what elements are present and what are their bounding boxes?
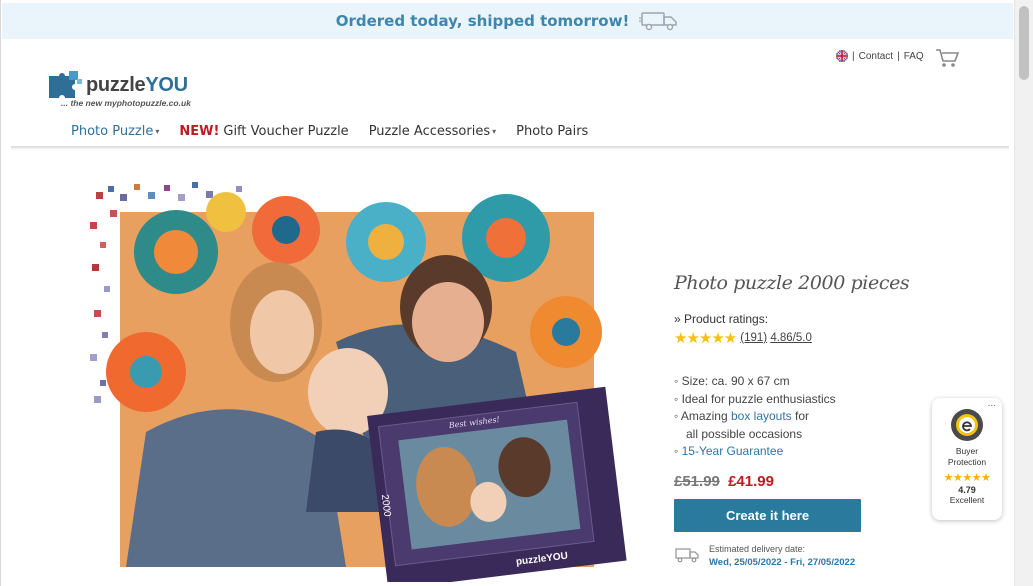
nav-photo-puzzle[interactable]: Photo Puzzle ▾	[71, 124, 159, 139]
shipping-banner-text: Ordered today, shipped tomorrow!	[335, 12, 630, 30]
nav-item-label: Photo Puzzle	[71, 124, 154, 139]
sale-price: £41.99	[728, 472, 774, 490]
shipping-banner: Ordered today, shipped tomorrow!	[2, 3, 1013, 39]
chevron-down-icon: ▾	[492, 127, 497, 136]
trust-rating-word: Excellent	[949, 495, 985, 505]
nav-photo-pairs[interactable]: Photo Pairs	[516, 124, 588, 139]
guarantee-link[interactable]: 15-Year Guarantee	[682, 444, 784, 458]
browser-viewport: Ordered today, shipped tomorrow! puzzleY…	[0, 0, 1014, 586]
faq-link[interactable]: FAQ	[904, 51, 924, 62]
rating-value-link[interactable]: 4.86/5.0	[770, 332, 812, 344]
delivery-truck-icon	[675, 547, 699, 562]
nav-item-label: Puzzle Accessories	[368, 124, 491, 139]
new-badge: NEW!	[179, 124, 220, 139]
top-links: | Contact | FAQ	[836, 50, 924, 62]
feature-item: ◦ 15-Year Guarantee	[674, 444, 784, 458]
box-layouts-link[interactable]: box layouts	[731, 409, 792, 423]
price-row: £51.99 £41.99	[674, 473, 934, 490]
trust-score: 4.79	[958, 485, 976, 495]
feature-item: ◦ Size: ca. 90 x 67 cm	[674, 374, 790, 388]
scrollbar-thumb[interactable]	[1019, 6, 1029, 80]
create-it-here-button[interactable]: Create it here	[674, 498, 861, 532]
delivery-label: Estimated delivery date:	[709, 543, 806, 554]
nav-item-label: Photo Pairs	[516, 124, 589, 139]
puzzle-piece-logo-icon	[49, 71, 82, 98]
feature-item: ◦ Amazing box layouts for	[674, 409, 810, 423]
product-hero-image: Best wishes! puzzleYOU 2000	[90, 182, 627, 582]
delivery-date: Wed, 25/05/2022 - Fri, 27/05/2022	[709, 556, 856, 568]
nav-puzzle-accessories[interactable]: Puzzle Accessories ▾	[369, 124, 496, 139]
link-separator: |	[852, 50, 855, 62]
feature-item: ◦ Ideal for puzzle enthusiastics	[674, 391, 836, 406]
old-price: £51.99	[674, 472, 720, 490]
uk-flag-icon[interactable]	[836, 50, 848, 62]
nav-divider	[11, 146, 1009, 150]
nav-item-label: Gift Voucher Puzzle	[223, 124, 349, 139]
product-info: Photo puzzle 2000 pieces » Product ratin…	[674, 272, 934, 568]
site-logo[interactable]: puzzleYOU ... the new myphotopuzzle.co.u…	[47, 70, 191, 108]
more-options-icon[interactable]: ...	[988, 398, 996, 409]
logo-tagline: ... the new myphotopuzzle.co.uk	[61, 98, 191, 108]
puzzle-box-image: Best wishes! puzzleYOU 2000	[367, 386, 627, 582]
product-title: Photo puzzle 2000 pieces	[674, 272, 910, 294]
buyer-protection-label: Buyer Protection	[947, 446, 987, 467]
chevron-down-icon: ▾	[155, 127, 160, 136]
main-nav: Photo Puzzle ▾ NEW! Gift Voucher Puzzle …	[71, 124, 608, 139]
trust-seal-icon	[951, 409, 983, 441]
nav-gift-voucher-puzzle[interactable]: NEW! Gift Voucher Puzzle	[179, 124, 348, 139]
trusted-shops-badge[interactable]: ... Buyer Protection ★★★★★ 4.79 Excellen…	[932, 398, 1002, 520]
link-separator: |	[897, 50, 900, 62]
ratings-label: » Product ratings:	[674, 312, 769, 326]
rating-row: ★★★★★ (191) 4.86/5.0	[674, 329, 934, 347]
feature-list: ◦ Size: ca. 90 x 67 cm ◦ Ideal for puzzl…	[674, 373, 934, 461]
logo-wordmark: puzzleYOU	[86, 73, 188, 96]
rating-count-link[interactable]: (191)	[740, 332, 767, 344]
truck-icon	[639, 12, 678, 31]
contact-link[interactable]: Contact	[859, 51, 893, 62]
cart-icon[interactable]	[935, 48, 959, 68]
feature-item: all possible occasions	[686, 426, 803, 441]
delivery-estimate: Estimated delivery date: Wed, 25/05/2022…	[674, 544, 934, 568]
rating-stars-icon: ★★★★★	[674, 330, 737, 347]
vertical-scrollbar[interactable]	[1014, 0, 1033, 586]
trust-stars-icon: ★★★★★	[943, 472, 991, 484]
